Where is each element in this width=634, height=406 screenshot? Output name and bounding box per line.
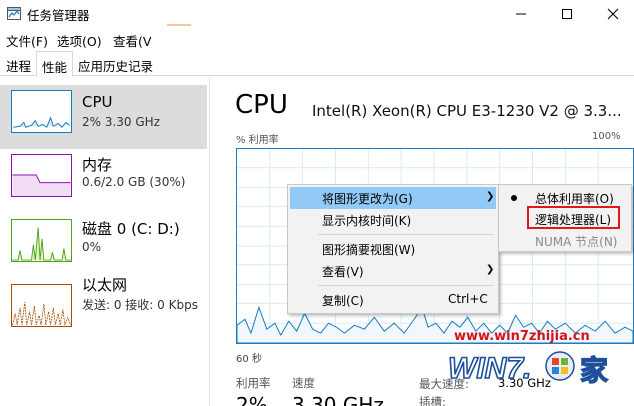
tab-performance[interactable]: 性能 bbox=[36, 51, 74, 77]
menu-separator bbox=[318, 234, 494, 235]
ethernet-thumbnail-graph bbox=[11, 284, 72, 327]
menu-item-label: 将图形更改为(G) bbox=[322, 192, 413, 206]
menu-item-copy[interactable]: 复制(C) Ctrl+C bbox=[290, 289, 496, 311]
resource-sidebar: CPU 2% 3.30 GHz 内存 0.6/2.0 GB (30%) 磁盘 0… bbox=[0, 77, 210, 406]
highlight-annotation-box bbox=[527, 206, 620, 229]
minimize-icon bbox=[516, 13, 526, 15]
sidebar-item-detail: 2% 3.30 GHz bbox=[82, 115, 161, 129]
submenu-item-label: 总体利用率(O) bbox=[535, 192, 614, 206]
graph-context-menu: 将图形更改为(G) ❯ 显示内核时间(K) 图形摘要视图(W) 查看(V) ❯ … bbox=[287, 184, 499, 314]
menu-item-label: 复制(C) bbox=[322, 294, 364, 308]
speed-value: 3.30 GHz bbox=[292, 393, 384, 406]
window-title: 任务管理器 bbox=[27, 8, 90, 23]
minimize-button[interactable] bbox=[498, 0, 544, 28]
sidebar-item-label: CPU bbox=[82, 93, 113, 111]
title-accent-bar bbox=[167, 24, 191, 26]
sidebar-item-detail: 发送: 0 接收: 0 Kbps bbox=[82, 298, 198, 312]
graph-time-axis-label: 60 秒 bbox=[236, 354, 262, 365]
sidebar-item-label: 以太网 bbox=[82, 276, 128, 294]
menu-options[interactable]: 选项(O) bbox=[57, 31, 102, 50]
close-button[interactable] bbox=[590, 0, 634, 28]
cpu-thumbnail-graph bbox=[11, 90, 72, 133]
menu-item-label: 图形摘要视图(W) bbox=[322, 243, 416, 257]
page-title: CPU bbox=[235, 90, 288, 120]
memory-thumbnail-graph bbox=[11, 154, 72, 197]
submenu-item-numa-nodes: NUMA 节点(N) bbox=[501, 230, 629, 252]
svg-text:WIN7.: WIN7. bbox=[448, 352, 531, 385]
sidebar-item-detail: 0% bbox=[82, 240, 102, 254]
menu-item-view[interactable]: 查看(V) ❯ bbox=[290, 260, 496, 282]
menu-item-change-graph[interactable]: 将图形更改为(G) ❯ bbox=[290, 187, 496, 209]
menu-separator bbox=[318, 285, 494, 286]
close-icon bbox=[607, 8, 619, 20]
disk-thumbnail-graph bbox=[11, 219, 72, 262]
menu-bar: 文件(F) 选项(O) 查看(V bbox=[0, 28, 634, 50]
sidebar-item-cpu[interactable]: CPU 2% 3.30 GHz bbox=[0, 85, 207, 149]
watermark-url: www.win7zhijia.cn bbox=[454, 329, 590, 344]
menu-item-label: 显示内核时间(K) bbox=[322, 214, 412, 228]
title-bar: 任务管理器 bbox=[0, 0, 634, 28]
submenu-arrow-icon: ❯ bbox=[486, 191, 495, 202]
tab-processes[interactable]: 进程 bbox=[1, 51, 36, 76]
sidebar-item-disk[interactable]: 磁盘 0 (C: D:) 0% bbox=[0, 214, 207, 278]
tab-app-history[interactable]: 应用历史记录 bbox=[73, 51, 158, 76]
submenu-item-label: NUMA 节点(N) bbox=[535, 235, 618, 249]
sidebar-item-label: 磁盘 0 (C: D:) bbox=[82, 220, 180, 238]
speed-label: 速度 bbox=[292, 376, 315, 390]
task-manager-app-icon bbox=[7, 7, 21, 20]
menu-file[interactable]: 文件(F) bbox=[6, 31, 48, 50]
menu-item-shortcut: Ctrl+C bbox=[448, 292, 488, 306]
maximize-icon bbox=[562, 9, 572, 19]
svg-text:家: 家 bbox=[580, 354, 608, 387]
socket-label: 插槽: bbox=[419, 395, 446, 406]
utilization-value: 2% bbox=[236, 393, 268, 406]
menu-item-summary-view[interactable]: 图形摘要视图(W) bbox=[290, 238, 496, 260]
tab-bar: 进程 性能 应用历史记录 bbox=[0, 51, 634, 77]
radio-selected-icon bbox=[511, 195, 517, 201]
submenu-arrow-icon: ❯ bbox=[486, 264, 495, 275]
menu-item-show-kernel-times[interactable]: 显示内核时间(K) bbox=[290, 209, 496, 231]
watermark-logo: WIN7. 家 bbox=[447, 351, 608, 387]
menu-item-label: 查看(V) bbox=[322, 265, 364, 279]
utilization-label: 利用率 bbox=[236, 376, 271, 390]
task-manager-window: 任务管理器 文件(F) 选项(O) 查看(V 进程 性能 应用历史记录 CPU … bbox=[0, 0, 634, 406]
sidebar-item-memory[interactable]: 内存 0.6/2.0 GB (30%) bbox=[0, 149, 207, 213]
maximize-button[interactable] bbox=[544, 0, 590, 28]
sidebar-item-detail: 0.6/2.0 GB (30%) bbox=[82, 175, 186, 189]
graph-label-max: 100% bbox=[592, 131, 621, 142]
sidebar-item-label: 内存 bbox=[82, 156, 113, 174]
menu-view[interactable]: 查看(V bbox=[113, 31, 151, 50]
sidebar-item-ethernet[interactable]: 以太网 发送: 0 接收: 0 Kbps bbox=[0, 276, 207, 343]
cpu-model-name: Intel(R) Xeon(R) CPU E3-1230 V2 @ 3.3... bbox=[312, 102, 622, 120]
graph-label-utilization: % 利用率 bbox=[236, 135, 279, 146]
